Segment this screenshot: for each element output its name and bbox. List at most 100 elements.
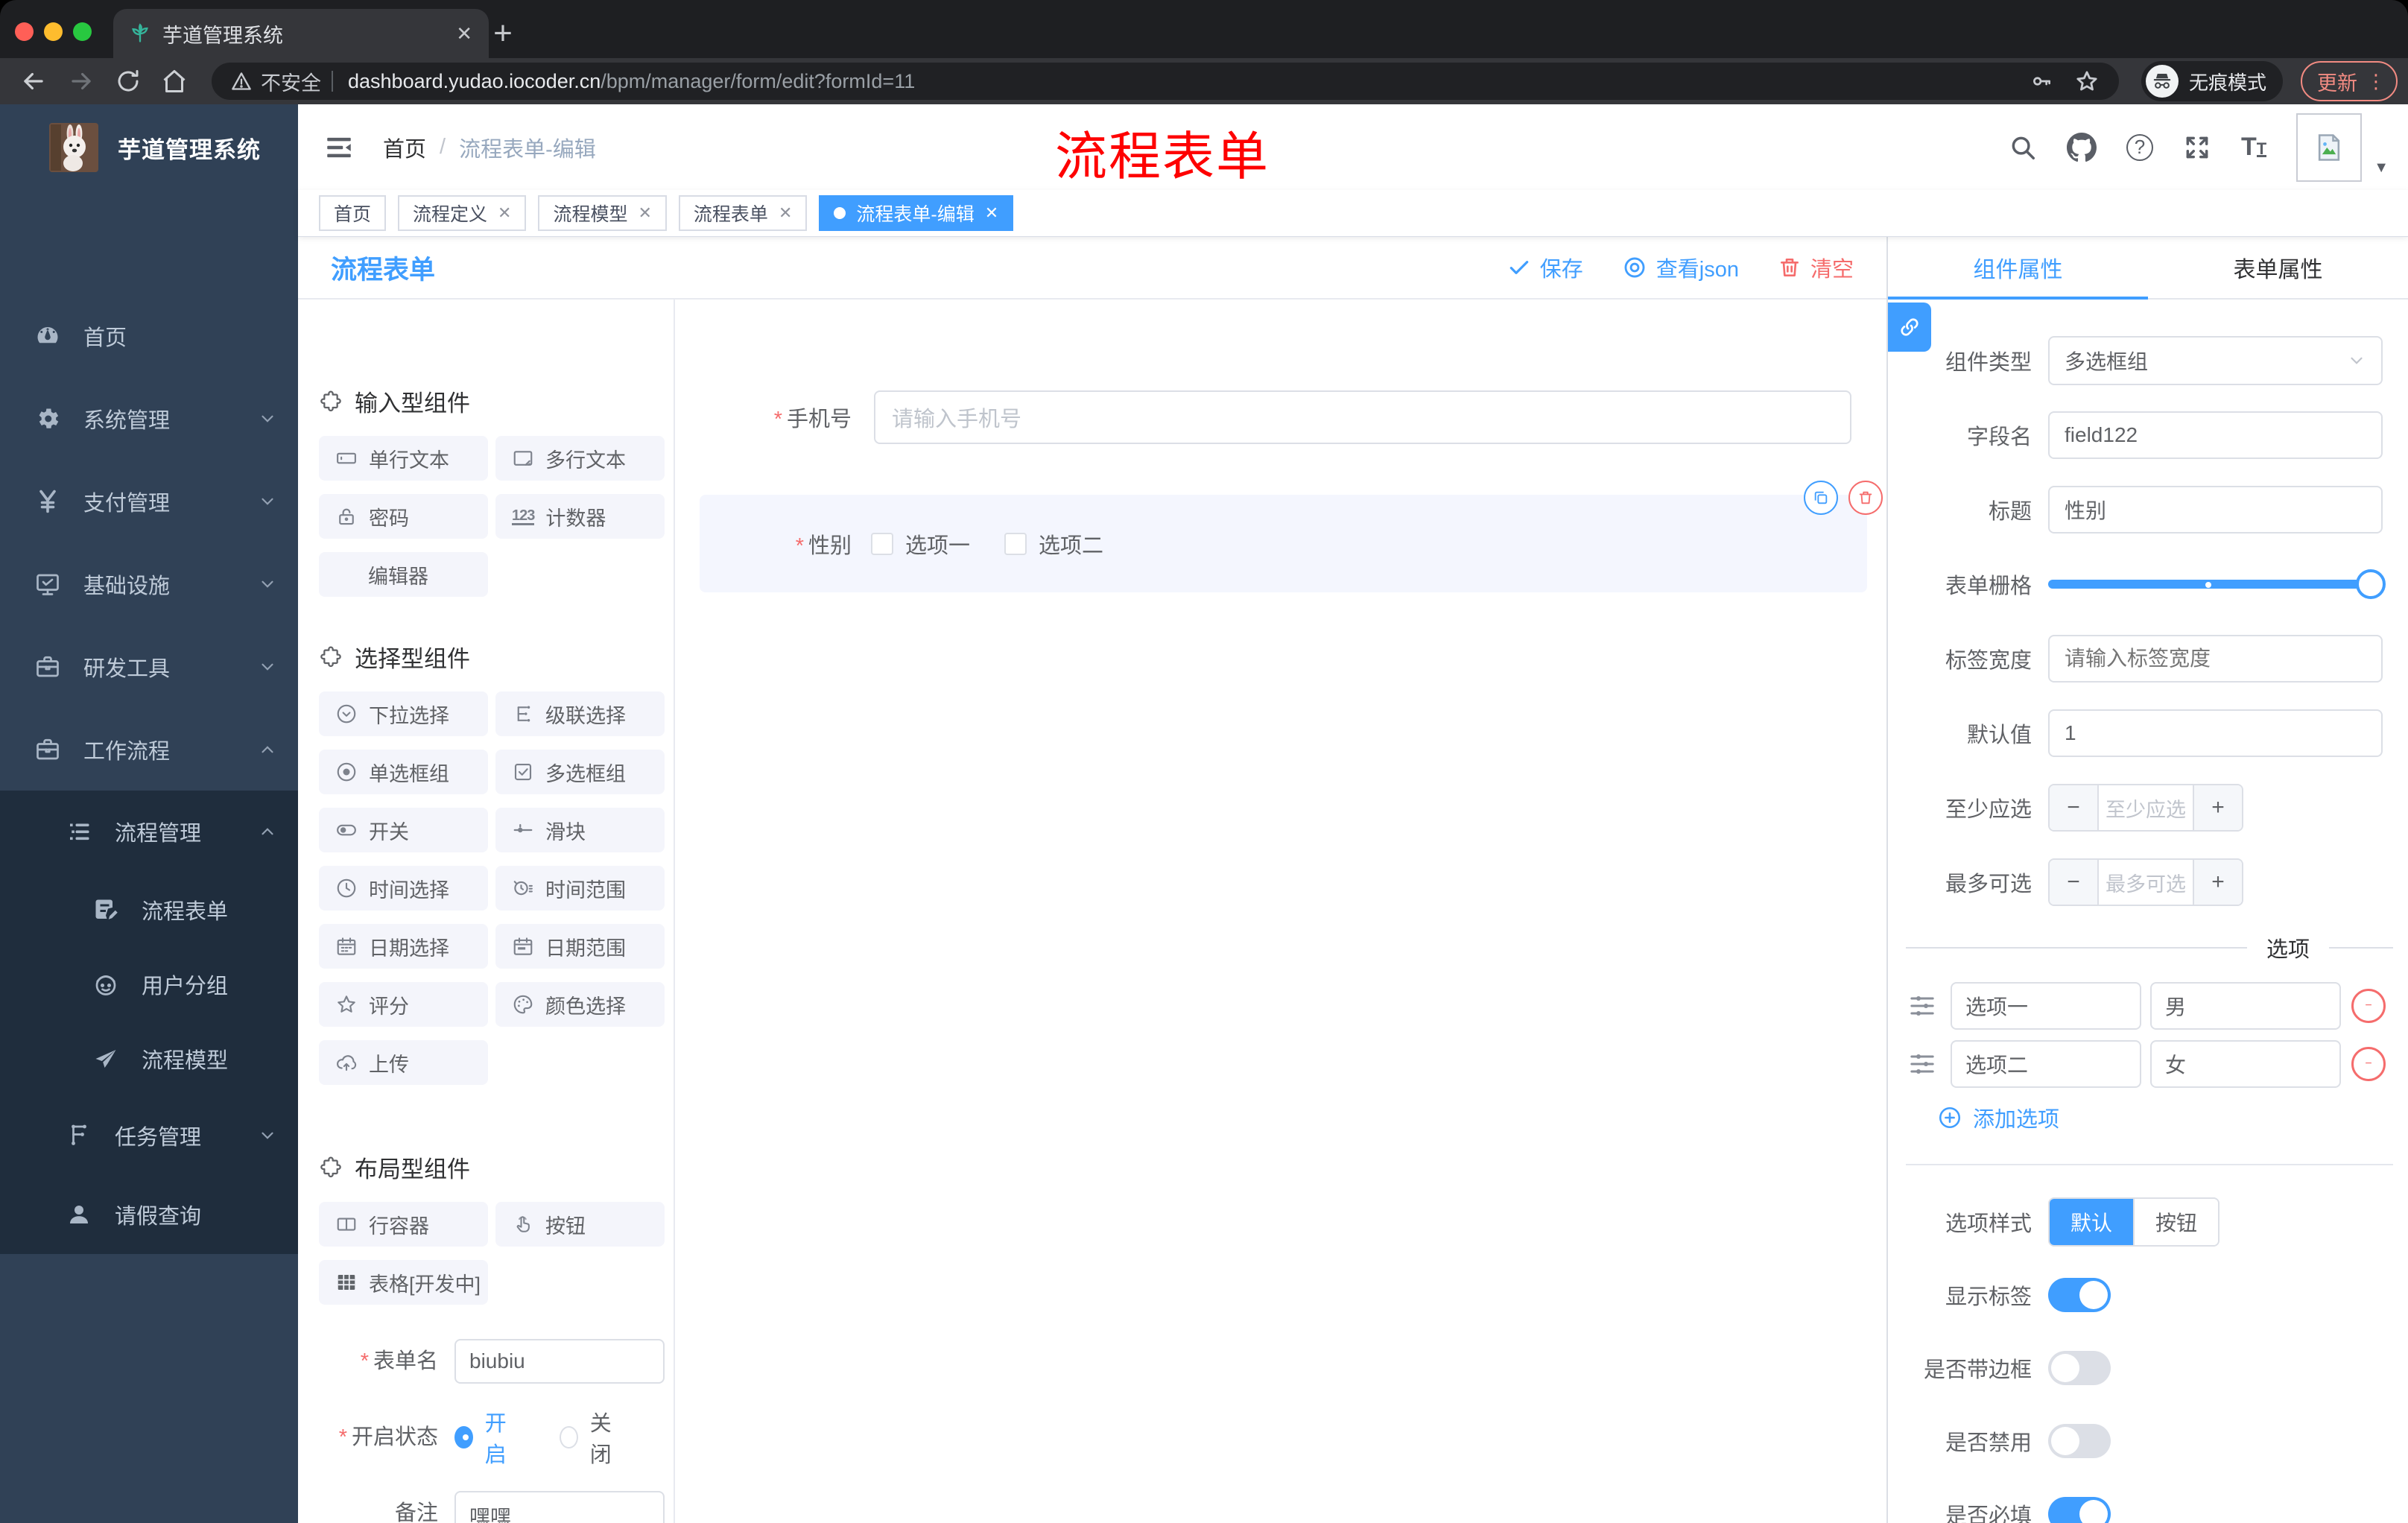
palette-item-password[interactable]: 密码: [319, 494, 488, 539]
sidebar-item-home[interactable]: 首页: [0, 294, 298, 377]
palette-item-slider[interactable]: 滑块: [495, 808, 665, 852]
palette-item-table[interactable]: 表格[开发中]: [319, 1260, 488, 1305]
default-value-input[interactable]: [2048, 709, 2383, 757]
github-icon[interactable]: [2066, 132, 2097, 162]
palette-item-time-range[interactable]: 时间范围: [495, 866, 665, 911]
tag-home[interactable]: 首页: [319, 195, 387, 231]
border-toggle[interactable]: [2048, 1351, 2111, 1385]
minimize-window-button[interactable]: [44, 22, 63, 41]
slider-track[interactable]: [2048, 580, 2383, 589]
required-toggle[interactable]: [2048, 1497, 2111, 1523]
form-name-input[interactable]: [454, 1339, 665, 1384]
slider-handle[interactable]: [2356, 569, 2386, 599]
canvas-field-phone[interactable]: * 手机号 请输入手机号: [675, 383, 1886, 452]
browser-menu-icon[interactable]: ⋮: [2366, 72, 2386, 91]
field-name-input[interactable]: [2048, 411, 2383, 459]
palette-item-upload[interactable]: 上传: [319, 1040, 488, 1085]
sidebar-item-devtools[interactable]: 研发工具: [0, 625, 298, 708]
design-canvas[interactable]: * 手机号 请输入手机号 * 性别 选项一 选项二: [675, 300, 1886, 1523]
address-bar[interactable]: 不安全 dashboard.yudao.iocoder.cn/bpm/manag…: [212, 63, 2119, 100]
view-json-button[interactable]: 查看json: [1622, 252, 1739, 283]
tag-process-form-edit[interactable]: 流程表单-编辑 ✕: [819, 195, 1014, 231]
sidebar-item-leave-query[interactable]: 请假查询: [0, 1175, 298, 1254]
avatar[interactable]: [2296, 113, 2363, 182]
sidebar-item-process-form[interactable]: 流程表单: [0, 873, 298, 947]
label-width-input[interactable]: [2048, 635, 2383, 683]
grid-slider[interactable]: [2048, 560, 2386, 608]
gender-checkbox-option1[interactable]: 选项一: [871, 528, 970, 560]
tag-process-form[interactable]: 流程表单 ✕: [678, 195, 808, 231]
disabled-toggle[interactable]: [2048, 1424, 2111, 1458]
help-icon[interactable]: ?: [2126, 133, 2153, 161]
palette-item-switch[interactable]: 开关: [319, 808, 488, 852]
password-key-icon[interactable]: [2030, 69, 2053, 93]
drag-handle-icon[interactable]: [1907, 991, 1937, 1021]
tag-close-icon[interactable]: ✕: [498, 203, 511, 223]
search-icon[interactable]: [2009, 133, 2037, 162]
hamburger-fold-icon[interactable]: [323, 132, 355, 163]
bookmark-star-icon[interactable]: [2074, 69, 2100, 94]
remove-option-button[interactable]: −: [2351, 989, 2386, 1023]
sidebar-item-task-mgmt[interactable]: 任务管理: [0, 1096, 298, 1175]
option2-value-input[interactable]: [2150, 1040, 2341, 1088]
min-select-input[interactable]: 至少应选: [2099, 785, 2193, 830]
status-radio-off[interactable]: 关闭: [560, 1406, 624, 1469]
tab-close-icon[interactable]: ✕: [456, 22, 472, 45]
new-tab-button[interactable]: +: [483, 13, 523, 54]
tag-close-icon[interactable]: ✕: [638, 203, 651, 223]
update-chip[interactable]: 更新 ⋮: [2301, 61, 2398, 101]
close-window-button[interactable]: [15, 22, 34, 41]
plus-icon[interactable]: +: [2193, 785, 2242, 830]
palette-item-multi-text[interactable]: 多行文本: [495, 436, 665, 481]
minus-icon[interactable]: −: [2050, 860, 2099, 905]
palette-item-row-container[interactable]: 行容器: [319, 1202, 488, 1247]
palette-item-editor[interactable]: 编辑器: [319, 552, 488, 597]
back-icon[interactable]: [19, 67, 48, 95]
sidebar-item-infra[interactable]: 基础设施: [0, 542, 298, 625]
palette-item-checkbox-group[interactable]: 多选框组: [495, 750, 665, 794]
palette-item-color-picker[interactable]: 颜色选择: [495, 982, 665, 1027]
fullscreen-icon[interactable]: [2183, 133, 2211, 162]
remove-option-button[interactable]: −: [2351, 1047, 2386, 1081]
checkbox-icon[interactable]: [871, 532, 893, 555]
save-button[interactable]: 保存: [1507, 252, 1583, 283]
status-radio-on[interactable]: 开启: [454, 1406, 519, 1469]
update-label[interactable]: 更新: [2317, 67, 2357, 96]
delete-component-button[interactable]: [1848, 481, 1883, 515]
tag-close-icon[interactable]: ✕: [985, 203, 998, 223]
tag-process-definition[interactable]: 流程定义 ✕: [398, 195, 527, 231]
option2-label-input[interactable]: [1951, 1040, 2141, 1088]
zoom-window-button[interactable]: [73, 22, 92, 41]
title-input[interactable]: [2048, 486, 2383, 533]
style-default-button[interactable]: 默认: [2050, 1199, 2133, 1245]
home-icon[interactable]: [161, 68, 188, 95]
sidebar-item-process-mgmt[interactable]: 流程管理: [0, 791, 298, 873]
palette-item-single-text[interactable]: 单行文本: [319, 436, 488, 481]
sidebar-item-user-group[interactable]: 用户分组: [0, 947, 298, 1022]
component-type-select[interactable]: 多选框组: [2048, 336, 2383, 385]
caret-down-icon[interactable]: ▼: [2374, 159, 2389, 177]
sidebar-logo[interactable]: 芋道管理系统: [0, 104, 298, 191]
palette-item-counter[interactable]: 123 计数器: [495, 494, 665, 539]
reload-icon[interactable]: [115, 68, 142, 95]
tag-close-icon[interactable]: ✕: [779, 203, 792, 223]
add-option-button[interactable]: 添加选项: [1937, 1101, 2408, 1134]
breadcrumb-home[interactable]: 首页: [383, 132, 426, 163]
palette-item-cascade[interactable]: 级联选择: [495, 691, 665, 736]
checkbox-icon[interactable]: [1004, 532, 1027, 555]
palette-item-date-range[interactable]: 日期范围: [495, 924, 665, 969]
forward-icon[interactable]: [67, 67, 95, 95]
phone-input[interactable]: 请输入手机号: [874, 390, 1851, 444]
browser-tab[interactable]: 芋道管理系统 ✕: [113, 9, 489, 58]
option1-value-input[interactable]: [2150, 982, 2341, 1030]
palette-item-rate[interactable]: 评分: [319, 982, 488, 1027]
style-button-button[interactable]: 按钮: [2133, 1199, 2218, 1245]
palette-item-date-picker[interactable]: 日期选择: [319, 924, 488, 969]
form-remark-textarea[interactable]: 嘿嘿: [454, 1491, 665, 1523]
max-select-input[interactable]: 最多可选: [2099, 860, 2193, 905]
tag-process-model[interactable]: 流程模型 ✕: [538, 195, 667, 231]
option1-label-input[interactable]: [1951, 982, 2141, 1030]
sidebar-item-workflow[interactable]: 工作流程: [0, 708, 298, 791]
drag-handle-icon[interactable]: [1907, 1049, 1937, 1079]
plus-icon[interactable]: +: [2193, 860, 2242, 905]
